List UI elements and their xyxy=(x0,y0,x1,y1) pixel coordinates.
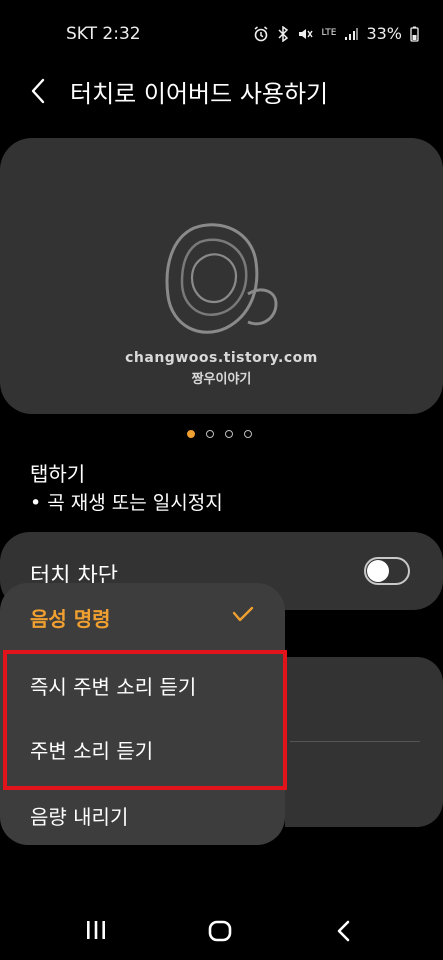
page-indicator[interactable] xyxy=(187,430,252,438)
carrier-time: SKT 2:32 xyxy=(66,24,141,44)
menu-item-volume-down[interactable]: 음량 내리기 xyxy=(30,801,128,830)
mute-icon xyxy=(299,28,314,39)
alarm-icon xyxy=(255,25,268,41)
page-dot-3[interactable] xyxy=(225,430,233,438)
checkmark-icon xyxy=(232,606,254,622)
menu-item-voice-command[interactable]: 음성 명령 xyxy=(30,603,111,632)
toggle-knob xyxy=(367,560,389,582)
lte-indicator: LTE xyxy=(321,28,337,38)
page-dot-2[interactable] xyxy=(206,430,214,438)
page-dot-1[interactable] xyxy=(187,430,195,438)
battery-icon xyxy=(410,26,419,42)
card-divider xyxy=(290,741,420,742)
status-icons: LTE 33% xyxy=(253,24,419,43)
watermark-name: 짱우이야기 xyxy=(191,372,252,387)
highlight-box xyxy=(3,650,287,790)
recent-apps-icon[interactable] xyxy=(85,920,107,940)
status-bar: SKT 2:32 LTE 33% xyxy=(0,0,443,64)
app-header: 터치로 이어버드 사용하기 xyxy=(0,64,443,120)
back-icon[interactable] xyxy=(336,920,352,942)
home-icon[interactable] xyxy=(208,920,232,942)
earbud-icon xyxy=(165,223,278,334)
back-arrow-icon[interactable] xyxy=(30,78,46,104)
navigation-bar xyxy=(0,900,443,960)
touch-hold-settings-card[interactable] xyxy=(285,657,443,827)
earbud-illustration-card: changwoos.tistory.com 짱우이야기 xyxy=(0,138,443,414)
gesture-description: • 곡 재생 또는 일시정지 xyxy=(30,492,223,514)
bluetooth-icon xyxy=(278,25,289,42)
touch-block-toggle[interactable] xyxy=(364,557,410,585)
battery-percent: 33% xyxy=(366,24,402,43)
page-dot-4[interactable] xyxy=(244,430,252,438)
gesture-title: 탭하기 xyxy=(30,462,86,486)
page-title: 터치로 이어버드 사용하기 xyxy=(70,80,329,108)
watermark-url: changwoos.tistory.com xyxy=(125,350,318,366)
signal-icon xyxy=(345,27,359,40)
